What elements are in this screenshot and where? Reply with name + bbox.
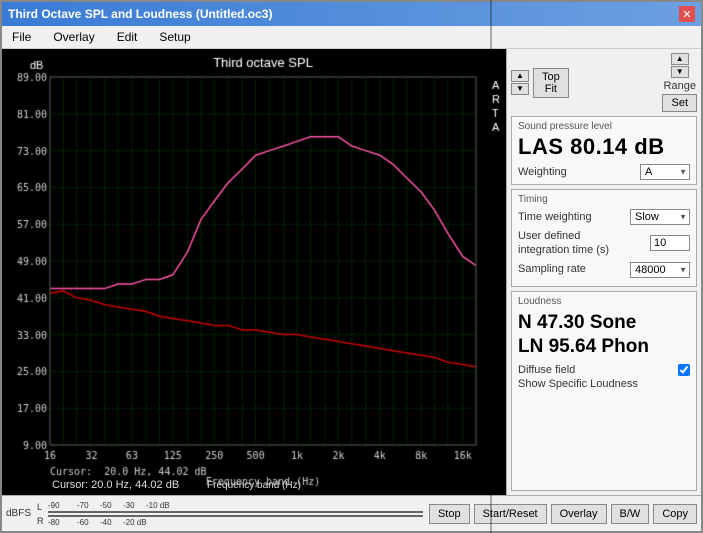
weighting-label: Weighting [518,166,567,178]
meter-group: L -90 -70 -50 -30 -10 dB R [37,501,423,527]
R-meter-bar [48,515,423,517]
menu-setup[interactable]: Setup [153,28,196,46]
weighting-select[interactable]: A B C Z [640,164,690,180]
start-reset-button[interactable]: Start/Reset [474,504,547,524]
main-content: Cursor: 20.0 Hz, 44.02 dB Frequency band… [2,49,701,495]
range-group: ▲ ▼ Range Set [662,53,697,112]
cursor-info: Cursor: 20.0 Hz, 44.02 dB [52,479,179,491]
L-meter-bar [48,511,423,513]
L-meter-row: L -90 -70 -50 -30 -10 dB [37,501,423,513]
chart-area: Cursor: 20.0 Hz, 44.02 dB Frequency band… [2,49,506,495]
loudness-value-line1: N 47.30 Sone [518,311,690,336]
dBFS-label: dBFS [6,508,31,519]
sampling-row: Sampling rate 48000 44100 96000 [518,262,690,278]
diffuse-label: Diffuse field [518,364,575,376]
close-button[interactable]: ✕ [679,6,695,22]
copy-button[interactable]: Copy [653,504,697,524]
time-weighting-select[interactable]: Slow Fast Impulse [630,209,690,225]
menu-bar: File Overlay Edit Setup [2,26,701,49]
bw-button[interactable]: B/W [611,504,650,524]
diffuse-row: Diffuse field [518,364,690,376]
range-down-arrow[interactable]: ▼ [671,66,689,78]
R-meter-row: R -80 -60 -40 -20 dB [37,515,423,527]
spl-value: LAS 80.14 dB [518,134,690,160]
timing-section-label: Timing [518,194,690,205]
timing-section: Timing Time weighting Slow Fast Impulse … [511,189,697,287]
title-bar: Third Octave SPL and Loudness (Untitled.… [2,2,701,26]
sampling-select-wrapper: 48000 44100 96000 [630,262,690,278]
stop-button[interactable]: Stop [429,504,470,524]
top-down-arrow[interactable]: ▼ [511,83,529,95]
weighting-select-wrapper: A B C Z [640,164,690,180]
R-label: R [37,516,45,526]
show-specific-row: Show Specific Loudness [518,378,690,390]
spl-chart [2,49,506,495]
time-weighting-label: Time weighting [518,210,630,224]
spl-section-label: Sound pressure level [518,121,690,132]
top-up-arrow[interactable]: ▲ [511,70,529,82]
menu-edit[interactable]: Edit [111,28,144,46]
right-panel: ▲ ▼ Top Fit ▲ ▼ Range Set [506,49,701,495]
loudness-value-line2: LN 95.64 Phon [518,335,690,360]
sampling-label: Sampling rate [518,262,630,276]
spl-row: Weighting A B C Z [518,164,690,180]
show-specific-label: Show Specific Loudness [518,378,690,390]
top-arrow-group: ▲ ▼ [511,70,529,95]
time-weighting-select-wrapper: Slow Fast Impulse [630,209,690,225]
L-label: L [37,502,45,512]
integration-row: User definedintegration time (s) [518,229,690,258]
menu-overlay[interactable]: Overlay [47,28,100,46]
window-title: Third Octave SPL and Loudness (Untitled.… [8,7,272,21]
integration-input[interactable] [650,235,690,251]
bottom-bar: dBFS L -90 -70 -50 -30 -10 dB [2,495,701,531]
bottom-buttons: Stop Start/Reset Overlay B/W Copy [429,504,697,524]
top-controls: ▲ ▼ Top Fit ▲ ▼ Range Set [511,53,697,112]
diffuse-checkbox[interactable] [678,364,690,376]
L-scale-start: -90 [48,501,76,510]
fit-label: Fit [542,83,560,95]
range-up-arrow[interactable]: ▲ [671,53,689,65]
freq-label: Frequency band (Hz) [207,480,301,491]
time-weighting-row: Time weighting Slow Fast Impulse [518,209,690,225]
set-button[interactable]: Set [662,94,697,112]
loudness-section: Loudness N 47.30 Sone LN 95.64 Phon Diff… [511,291,697,491]
loudness-section-label: Loudness [518,296,690,307]
range-label: Range [664,80,696,92]
integration-label: User definedintegration time (s) [518,229,650,258]
spl-section: Sound pressure level LAS 80.14 dB Weight… [511,116,697,185]
overlay-button[interactable]: Overlay [551,504,607,524]
menu-file[interactable]: File [6,28,37,46]
range-arrow-group: ▲ ▼ [671,53,689,78]
top-label: Top [542,71,560,83]
top-button[interactable]: Top Fit [533,68,569,98]
sampling-select[interactable]: 48000 44100 96000 [630,262,690,278]
main-window: Third Octave SPL and Loudness (Untitled.… [0,0,703,533]
